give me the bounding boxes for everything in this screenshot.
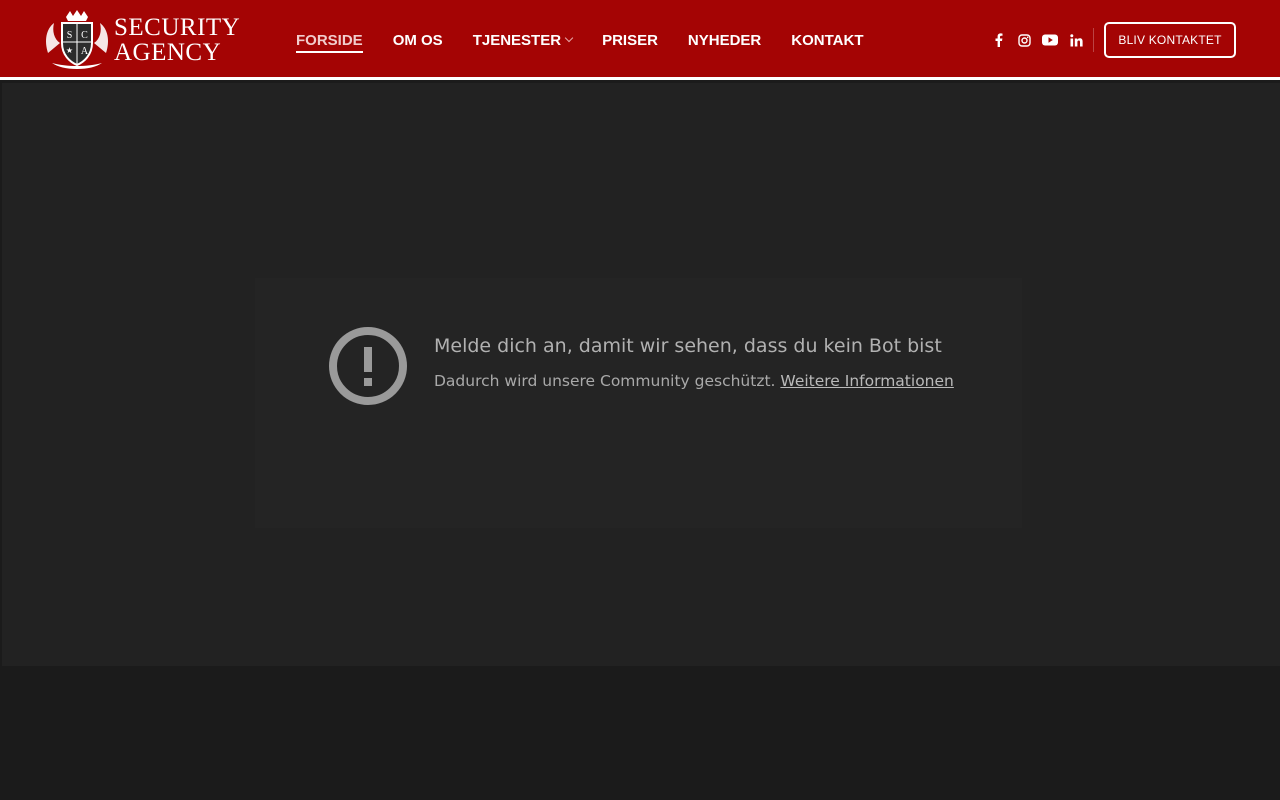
nav-item-om-os[interactable]: OM OS xyxy=(393,32,443,49)
youtube-icon[interactable] xyxy=(1040,30,1060,50)
crest-letter-s: S xyxy=(67,30,73,41)
site-header: S C ★ A SECURITY AGENCY FORSIDE OM OS TJ… xyxy=(0,0,1280,80)
social-links xyxy=(988,30,1092,50)
alert-circle-icon xyxy=(329,327,407,405)
nav-label: TJENESTER xyxy=(472,31,562,49)
nav-label: PRISER xyxy=(602,31,658,49)
video-embed-login-notice: Melde dich an, damit wir sehen, dass du … xyxy=(255,278,1022,528)
more-info-link[interactable]: Weitere Informationen xyxy=(780,372,953,390)
crest-star-icon: ★ xyxy=(66,46,73,55)
notice-subtitle-text: Dadurch wird unsere Community geschützt. xyxy=(434,372,781,390)
nav-label: OM OS xyxy=(392,31,443,49)
page-bottom-area xyxy=(0,666,1280,800)
nav-label: FORSIDE xyxy=(296,31,363,49)
crest-letter-c: C xyxy=(81,30,88,41)
instagram-icon[interactable] xyxy=(1014,30,1034,50)
logo-line-2: AGENCY xyxy=(114,39,222,66)
notice-subtitle: Dadurch wird unsere Community geschützt.… xyxy=(434,372,954,390)
site-logo[interactable]: S C ★ A SECURITY AGENCY xyxy=(42,9,252,71)
nav-item-nyheder[interactable]: NYHEDER xyxy=(688,32,761,49)
get-contacted-button[interactable]: BLIV KONTAKTET xyxy=(1104,22,1236,58)
crest-logo-icon: S C ★ A xyxy=(46,10,108,69)
logo-wordmark: SECURITY AGENCY xyxy=(114,15,240,65)
nav-item-tjenester[interactable]: TJENESTER xyxy=(472,31,574,49)
crest-letter-a: A xyxy=(81,46,89,57)
nav-item-kontakt[interactable]: KONTAKT xyxy=(791,32,863,49)
linkedin-icon[interactable] xyxy=(1066,30,1086,50)
header-divider xyxy=(1093,28,1094,52)
logo-line-1: SECURITY xyxy=(114,14,241,41)
nav-item-forside[interactable]: FORSIDE xyxy=(296,31,363,53)
hero-section: Melde dich an, damit wir sehen, dass du … xyxy=(2,83,1280,666)
main-nav: FORSIDE OM OS TJENESTER PRISER NYHEDER K… xyxy=(296,0,894,80)
nav-label: NYHEDER xyxy=(687,31,762,49)
nav-item-priser[interactable]: PRISER xyxy=(602,32,658,49)
chevron-down-icon xyxy=(564,33,574,43)
notice-title: Melde dich an, damit wir sehen, dass du … xyxy=(434,335,942,357)
facebook-icon[interactable] xyxy=(988,30,1008,50)
nav-label: KONTAKT xyxy=(791,31,864,49)
